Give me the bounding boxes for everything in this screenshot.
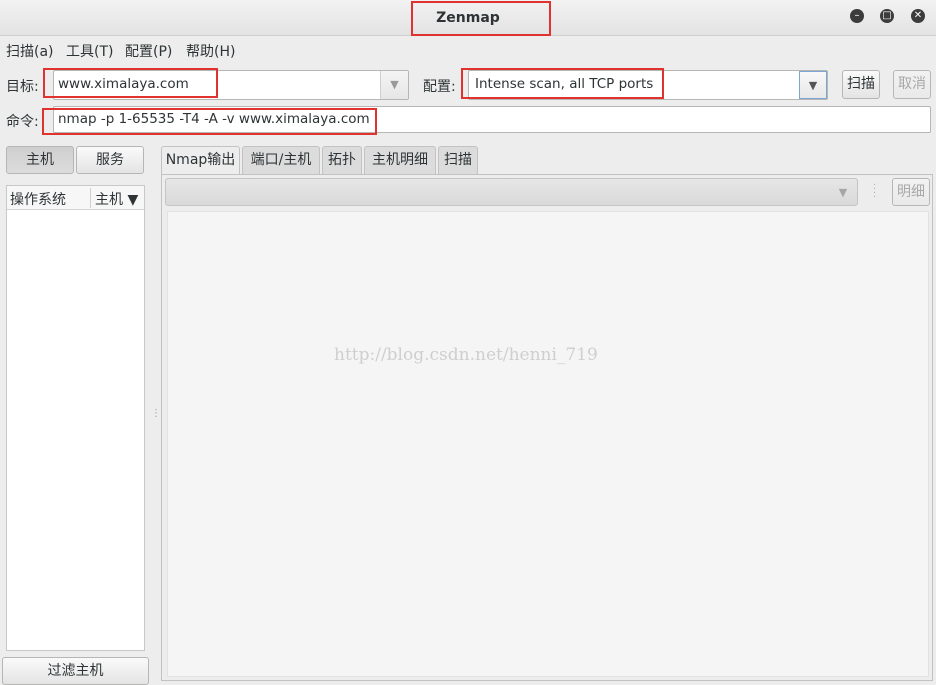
target-label: 目标: (6, 79, 39, 95)
target-input[interactable]: www.ximalaya.com (58, 76, 189, 92)
menu-profile[interactable]: 配置(P) (125, 41, 172, 61)
watermark-text: http://blog.csdn.net/henni_719 (334, 345, 598, 365)
host-list-header: 操作系统 主机 ▼ (7, 186, 144, 210)
profile-combobox[interactable]: Intense scan, all TCP ports ▼ (468, 70, 828, 100)
menu-bar: 扫描(a) 工具(T) 配置(P) 帮助(H) (0, 38, 936, 62)
menu-tools[interactable]: 工具(T) (66, 41, 113, 61)
column-os[interactable]: 操作系统 (10, 189, 66, 209)
column-host[interactable]: 主机 ▼ (95, 189, 138, 209)
window-title: Zenmap (436, 10, 500, 26)
tab-ports-hosts[interactable]: 端口/主机 (242, 146, 320, 174)
command-label: 命令: (6, 114, 39, 130)
tab-topology[interactable]: 拓扑 (322, 146, 362, 174)
host-output-select[interactable]: ▼ (165, 178, 858, 206)
menu-scan[interactable]: 扫描(a) (6, 41, 54, 61)
profile-label: 配置: (423, 79, 456, 95)
chevron-down-icon[interactable]: ▼ (380, 71, 408, 99)
tab-nmap-output[interactable]: Nmap输出 (161, 146, 240, 175)
command-input[interactable]: nmap -p 1-65535 -T4 -A -v www.ximalaya.c… (58, 111, 370, 127)
filter-hosts-button[interactable]: 过滤主机 (2, 657, 149, 685)
host-list[interactable]: 操作系统 主机 ▼ (6, 185, 145, 651)
minimize-icon[interactable]: – (850, 9, 864, 23)
pane-divider-handle[interactable]: ⋮ (151, 408, 161, 419)
output-notebook: ▼ · · · · 明细 http://blog.csdn.net/henni_719 (161, 174, 933, 681)
chevron-down-icon[interactable]: ▼ (829, 179, 857, 205)
menu-help[interactable]: 帮助(H) (186, 41, 235, 61)
chevron-down-icon[interactable]: ▼ (799, 71, 827, 99)
target-combobox[interactable]: www.ximalaya.com ▼ (53, 70, 409, 100)
cancel-button[interactable]: 取消 (893, 70, 931, 99)
column-separator[interactable] (90, 188, 91, 208)
tab-scans[interactable]: 扫描 (438, 146, 478, 174)
nmap-output-text[interactable]: http://blog.csdn.net/henni_719 (167, 211, 929, 677)
maximize-icon[interactable]: □ (880, 9, 894, 23)
title-bar: Zenmap – □ ✕ (0, 0, 936, 36)
services-toggle-button[interactable]: 服务 (76, 146, 144, 174)
command-field[interactable]: nmap -p 1-65535 -T4 -A -v www.ximalaya.c… (53, 106, 931, 133)
details-button[interactable]: 明细 (892, 178, 930, 206)
tab-host-details[interactable]: 主机明细 (364, 146, 436, 174)
scan-button[interactable]: 扫描 (842, 70, 880, 99)
zenmap-window: Zenmap – □ ✕ 扫描(a) 工具(T) 配置(P) 帮助(H) 目标:… (0, 0, 936, 685)
close-icon[interactable]: ✕ (911, 9, 925, 23)
profile-value: Intense scan, all TCP ports (475, 76, 654, 92)
grip-icon: · · · · (873, 180, 877, 203)
hosts-toggle-button[interactable]: 主机 (6, 146, 74, 174)
